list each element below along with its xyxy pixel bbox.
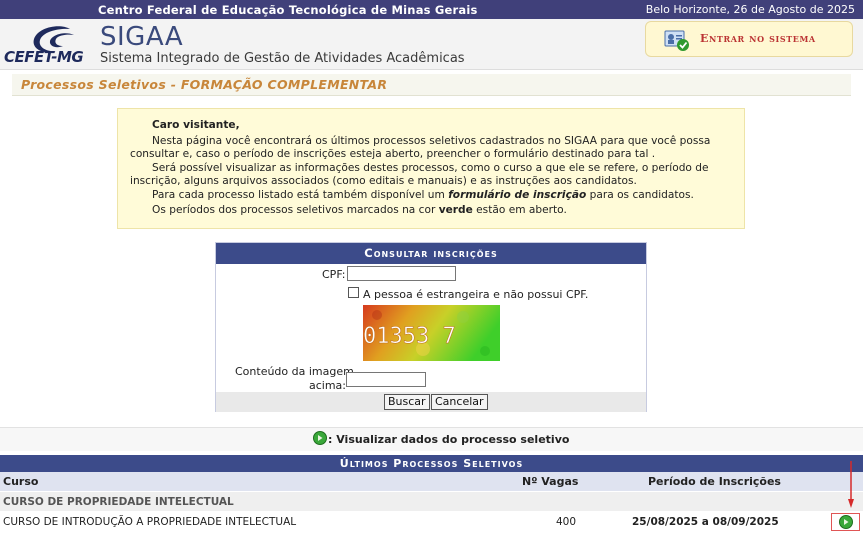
info-text: Para cada processo listado está também d… [152,189,449,201]
column-header: Período de Inscrições [648,475,781,488]
search-button[interactable]: Buscar [384,394,430,410]
view-green-arrow-icon [839,515,853,529]
login-label: Entrar no sistema [700,32,816,45]
row-vagas: 400 [556,516,577,528]
table-header: Curso Nº Vagas Período de Inscrições [0,472,863,491]
image-label: Conteúdo da imagem [235,365,354,378]
column-header: Nº Vagas [522,475,579,488]
date-location: Belo Horizonte, 26 de Agosto de 2025 [645,3,855,16]
cpf-label: CPF: [322,268,346,281]
info-text: Os períodos dos processos seletivos marc… [152,204,439,216]
foreign-label: A pessoa é estrangeira e não possui CPF. [363,288,589,301]
form-caption: Consultar inscrições [216,243,646,264]
info-line: consultar e, caso o período de inscriçõe… [130,148,656,160]
column-header: Curso [3,475,39,488]
row-curso: CURSO DE INTRODUÇÃO A PROPRIEDADE INTELE… [3,516,297,528]
logo-text: CEFET-MG [4,48,84,66]
cancel-button[interactable]: Cancelar [431,394,488,410]
info-emphasis: formulário de inscrição [448,189,587,201]
top-bar: Centro Federal de Educação Tecnológica d… [0,0,863,19]
info-text: estão em aberto. [472,204,567,216]
table-row: CURSO DE INTRODUÇÃO A PROPRIEDADE INTELE… [0,511,863,533]
info-strong: verde [438,204,473,216]
page-title-bar: Processos Seletivos - FORMAÇÃO COMPLEMEN… [12,74,851,96]
page-title: Processos Seletivos - FORMAÇÃO COMPLEMEN… [21,77,388,92]
system-subtitle: Sistema Integrado de Gestão de Atividade… [100,51,465,66]
system-name: SIGAA [100,22,184,52]
info-line: Os períodos dos processos seletivos marc… [152,204,732,217]
info-greeting: Caro visitante, [152,119,240,131]
legend-text: : Visualizar dados do processo seletivo [328,433,570,446]
site-header: CEFET-MG SIGAA Sistema Integrado de Gest… [0,19,863,70]
visitor-info-box: Caro visitante, Nesta página você encont… [117,108,745,229]
info-text: para os candidatos. [586,189,694,201]
captcha-image: 01353 7 [363,305,500,361]
annotation-arrow-icon [848,461,854,508]
view-process-button[interactable] [831,513,860,531]
info-line: Nesta página você encontrará os últimos … [152,135,711,147]
info-line: Para cada processo listado está também d… [152,189,732,202]
foreign-checkbox[interactable] [348,287,359,298]
info-line: inscrição, alguns arquivos associados (c… [130,175,637,187]
captcha-text: 01353 7 [363,324,456,349]
view-green-arrow-icon [313,431,327,445]
login-button[interactable]: Entrar no sistema [645,21,853,57]
image-label: acima: [309,379,347,392]
form-footer: Buscar Cancelar [216,392,646,412]
login-user-icon [664,30,689,51]
consulta-form: Consultar inscrições CPF: A pessoa é est… [215,242,647,412]
group-label: CURSO DE PROPRIEDADE INTELECTUAL [3,496,234,508]
cpf-input[interactable] [347,266,456,281]
row-periodo: 25/08/2025 a 08/09/2025 [632,516,779,528]
table-group-row: CURSO DE PROPRIEDADE INTELECTUAL [0,492,863,511]
info-line: Será possível visualizar as informações … [152,162,709,174]
table-caption: Últimos Processos Seletivos [0,455,863,472]
captcha-input[interactable] [346,372,426,387]
institution-name: Centro Federal de Educação Tecnológica d… [98,3,478,17]
legend-bar: : Visualizar dados do processo seletivo [0,427,863,451]
